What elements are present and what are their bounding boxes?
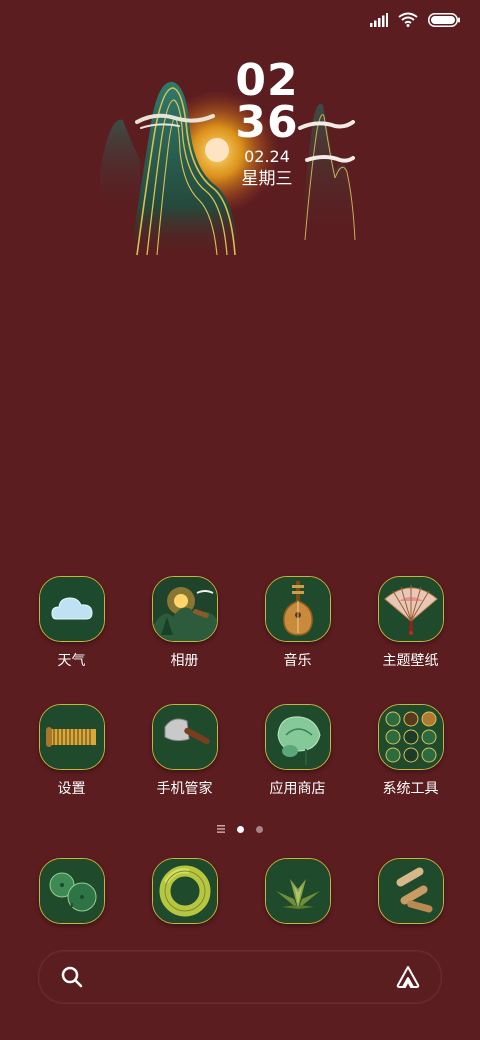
- settings-icon[interactable]: [38, 704, 105, 770]
- dock: [0, 858, 480, 926]
- dock-app-1[interactable]: [15, 858, 128, 924]
- gallery-icon[interactable]: [151, 576, 218, 642]
- clock-weekday: 星期三: [241, 169, 293, 189]
- security-icon[interactable]: [151, 704, 218, 770]
- assistant-icon[interactable]: [395, 965, 421, 989]
- succulent-app-icon[interactable]: [264, 858, 331, 924]
- app-store-icon[interactable]: [264, 704, 331, 770]
- lotus-leaf-app-icon[interactable]: [38, 858, 105, 924]
- app-store[interactable]: 应用商店: [241, 704, 354, 798]
- app-label: 主题壁纸: [382, 653, 439, 669]
- clock-date: 02.24: [244, 147, 290, 166]
- clock-hour: 02: [235, 55, 299, 106]
- status-icons: [370, 12, 460, 27]
- app-music[interactable]: 音乐: [241, 576, 354, 670]
- themes-icon[interactable]: [377, 576, 444, 642]
- page-dot[interactable]: [256, 825, 263, 833]
- clock-minute: 36: [235, 97, 299, 148]
- search-bar[interactable]: [38, 950, 442, 1004]
- music-icon[interactable]: [264, 576, 331, 642]
- signal-icon: [370, 12, 388, 27]
- app-row-1: 天气 相册 音乐 主题壁纸: [0, 576, 480, 686]
- app-label: 设置: [57, 781, 86, 797]
- search-icon[interactable]: [61, 966, 83, 988]
- clock-text: 02 36 02.24 星期三: [221, 55, 313, 190]
- tools-folder-icon[interactable]: [377, 704, 444, 770]
- dock-app-3[interactable]: [241, 858, 354, 924]
- app-label: 应用商店: [269, 781, 326, 797]
- page-indicator[interactable]: [0, 822, 480, 836]
- app-label: 手机管家: [156, 781, 213, 797]
- app-label: 系统工具: [382, 781, 439, 797]
- app-label: 天气: [57, 653, 86, 669]
- home-list-icon[interactable]: [217, 825, 225, 833]
- clock-widget[interactable]: 02 36 02.24 星期三: [95, 55, 365, 270]
- app-tools-folder[interactable]: 系统工具: [354, 704, 467, 798]
- scroll-app-icon[interactable]: [377, 858, 444, 924]
- app-row-2: 设置 手机管家 应用商店 系统工具: [0, 704, 480, 814]
- app-security[interactable]: 手机管家: [128, 704, 241, 798]
- battery-icon: [428, 12, 460, 27]
- wifi-icon: [398, 12, 418, 27]
- dock-app-2[interactable]: [128, 858, 241, 924]
- app-settings[interactable]: 设置: [15, 704, 128, 798]
- status-bar: [0, 0, 480, 44]
- app-label: 音乐: [283, 653, 312, 669]
- weather-icon[interactable]: [38, 576, 105, 642]
- jade-ring-app-icon[interactable]: [151, 858, 218, 924]
- app-themes[interactable]: 主题壁纸: [354, 576, 467, 670]
- page-dot-active[interactable]: [237, 825, 244, 833]
- dock-app-4[interactable]: [354, 858, 467, 924]
- app-weather[interactable]: 天气: [15, 576, 128, 670]
- app-label: 相册: [170, 653, 199, 669]
- app-gallery[interactable]: 相册: [128, 576, 241, 670]
